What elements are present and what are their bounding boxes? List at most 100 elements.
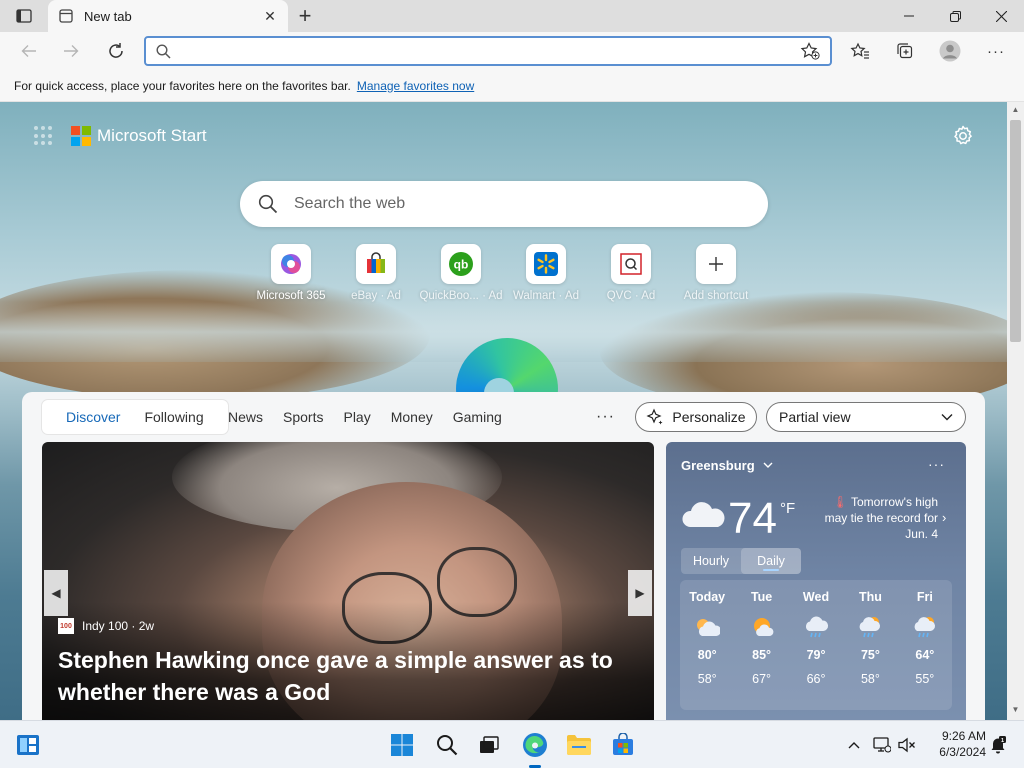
daily-tab[interactable]: Daily <box>741 548 801 574</box>
tab-discover[interactable]: Discover <box>54 409 132 425</box>
profile-button[interactable] <box>935 36 965 66</box>
view-select-value: Partial view <box>779 409 851 425</box>
back-button[interactable] <box>14 36 44 66</box>
shortcut-microsoft-365[interactable]: Microsoft 365 <box>246 244 336 302</box>
clock-time: 9:26 AM <box>941 729 986 743</box>
restore-button[interactable] <box>932 0 978 32</box>
forecast-toggle: Hourly Daily <box>681 548 801 574</box>
tab-sports[interactable]: Sports <box>273 409 333 425</box>
tab-news[interactable]: News <box>218 409 273 425</box>
tab-new-tab[interactable]: New tab ✕ <box>48 0 288 32</box>
favorites-bar-hint: For quick access, place your favorites h… <box>14 78 351 93</box>
edge-taskbar-button[interactable] <box>519 729 551 761</box>
microsoft-start-logo[interactable]: Microsoft Start <box>71 126 207 146</box>
shortcut-label: QVC · Ad <box>606 290 656 302</box>
weather-more-button[interactable]: ··· <box>928 456 945 472</box>
page-settings-button[interactable] <box>951 124 975 148</box>
forecast-day[interactable]: Tue 85° 67° <box>734 580 788 710</box>
address-bar[interactable] <box>144 36 832 66</box>
page-scrollbar[interactable]: ▲ ▼ <box>1007 102 1024 720</box>
shortcut-qvc[interactable]: QVC · Ad <box>586 244 676 302</box>
microsoft-store-button[interactable] <box>607 729 639 761</box>
partly-cloudy-icon <box>697 619 721 636</box>
new-tab-button[interactable]: + <box>292 3 318 28</box>
tab-play[interactable]: Play <box>333 409 380 425</box>
network-status-button[interactable] <box>868 729 896 761</box>
next-story-button[interactable]: ▶ <box>628 570 652 616</box>
minimize-button[interactable] <box>886 0 932 32</box>
app-launcher-button[interactable] <box>34 126 54 146</box>
new-tab-icon <box>58 8 74 24</box>
scrollbar-thumb[interactable] <box>1010 120 1021 342</box>
address-input[interactable] <box>179 43 800 59</box>
search-icon <box>156 43 171 59</box>
system-clock[interactable]: 9:26 AM 6/3/2024 <box>930 728 986 760</box>
add-favorite-icon[interactable] <box>800 42 820 60</box>
file-explorer-button[interactable] <box>563 729 595 761</box>
close-window-button[interactable] <box>978 0 1024 32</box>
rain-cloud-icon <box>805 616 829 638</box>
view-select[interactable]: Partial view <box>766 402 966 432</box>
day-name: Wed <box>802 590 830 604</box>
start-button[interactable] <box>386 729 418 761</box>
widgets-button[interactable] <box>12 729 44 761</box>
shortcut-quickbooks[interactable]: qb QuickBoo... · Ad <box>416 244 506 302</box>
chevron-down-icon <box>763 462 773 468</box>
avatar-icon <box>939 40 961 62</box>
scroll-down-icon[interactable]: ▼ <box>1011 705 1020 714</box>
forecast-day[interactable]: Fri 64° 55° <box>898 580 952 710</box>
ebay-icon <box>356 244 396 284</box>
shortcut-ebay[interactable]: eBay · Ad <box>331 244 421 302</box>
collections-button[interactable] <box>890 36 920 66</box>
day-low: 58° <box>860 672 880 686</box>
microsoft-365-icon <box>271 244 311 284</box>
forecast-day[interactable]: Wed 79° 66° <box>789 580 843 710</box>
web-search-input[interactable] <box>294 195 750 213</box>
hero-story-card[interactable]: ◀ ▶ 100 Indy 100 · 2w Stephen Hawking on… <box>42 442 654 720</box>
day-high: 80° <box>697 648 717 662</box>
forecast-day[interactable]: Today 80° 58° <box>680 580 734 710</box>
day-name: Thu <box>858 590 882 604</box>
close-tab-icon[interactable]: ✕ <box>262 8 278 24</box>
volume-button[interactable] <box>893 729 921 761</box>
manage-favorites-link[interactable]: Manage favorites now <box>357 79 474 93</box>
more-categories-button[interactable]: ··· <box>596 408 615 426</box>
taskbar-search-button[interactable] <box>431 729 463 761</box>
story-headline[interactable]: Stephen Hawking once gave a simple answe… <box>58 644 638 708</box>
notification-bell-icon: 1 <box>991 736 1006 754</box>
qvc-icon <box>611 244 651 284</box>
web-search-box[interactable] <box>240 181 768 227</box>
weather-location: Greensburg <box>681 458 755 473</box>
day-high: 75° <box>860 648 880 662</box>
refresh-button[interactable] <box>101 36 131 66</box>
tab-actions-button[interactable] <box>10 6 38 26</box>
microsoft-logo-icon <box>71 126 91 146</box>
svg-text:1: 1 <box>1001 738 1004 744</box>
plus-icon <box>696 244 736 284</box>
day-low: 67° <box>752 672 772 686</box>
task-view-button[interactable] <box>473 729 505 761</box>
favorites-button[interactable] <box>845 36 875 66</box>
hourly-tab[interactable]: Hourly <box>681 548 741 574</box>
edge-icon <box>523 733 547 757</box>
settings-and-more-button[interactable]: ··· <box>981 36 1011 66</box>
restore-icon <box>949 10 961 22</box>
tab-following[interactable]: Following <box>132 409 215 425</box>
notifications-button[interactable]: 1 <box>986 729 1010 761</box>
day-name: Fri <box>916 590 933 604</box>
tab-money[interactable]: Money <box>381 409 443 425</box>
previous-story-button[interactable]: ◀ <box>44 570 68 616</box>
personalize-button[interactable]: Personalize <box>635 402 757 432</box>
tab-gaming[interactable]: Gaming <box>443 409 512 425</box>
forward-button[interactable] <box>56 36 86 66</box>
show-hidden-icons-button[interactable] <box>840 729 868 761</box>
forecast-day[interactable]: Thu 75° 58° <box>843 580 897 710</box>
weather-card[interactable]: Greensburg ··· 74 °F 🌡 Tomorrow's high m… <box>666 442 966 720</box>
scroll-up-icon[interactable]: ▲ <box>1011 105 1020 114</box>
weather-alert[interactable]: 🌡 Tomorrow's high may tie the record for… <box>816 494 938 542</box>
svg-text:qb: qb <box>454 258 469 272</box>
weather-location-selector[interactable]: Greensburg <box>681 458 773 473</box>
cloudy-icon <box>682 502 725 527</box>
add-shortcut-button[interactable]: Add shortcut <box>671 244 761 302</box>
shortcut-walmart[interactable]: Walmart · Ad <box>501 244 591 302</box>
